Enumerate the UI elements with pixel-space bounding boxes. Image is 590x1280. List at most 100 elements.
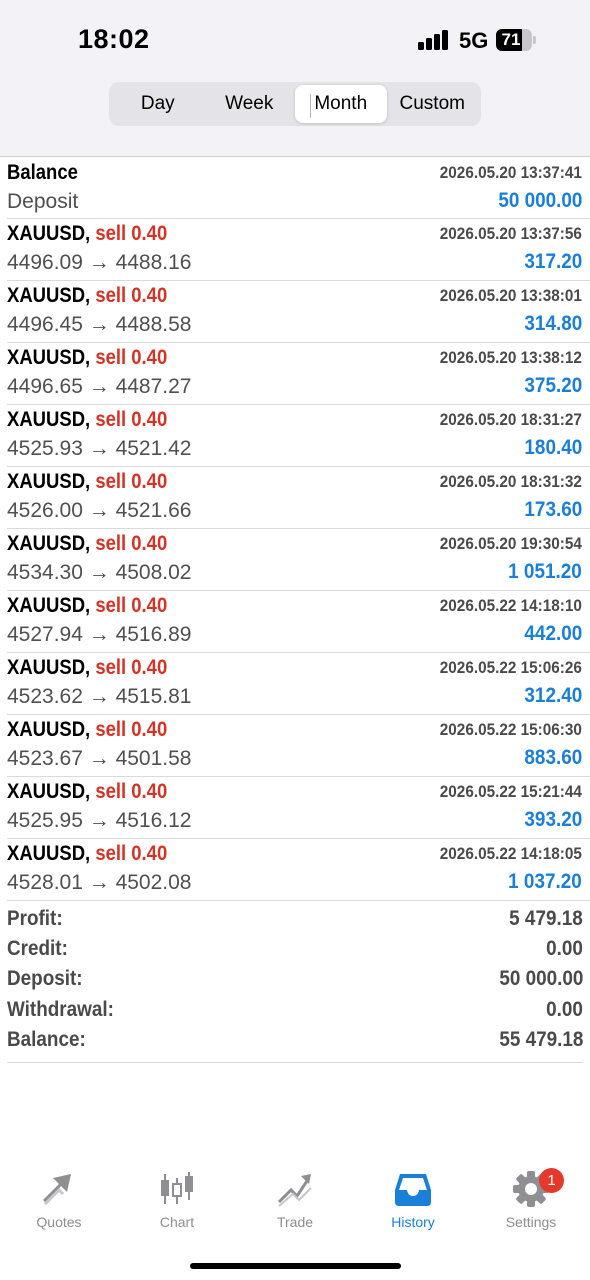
- tab-quotes[interactable]: Quotes: [0, 1170, 118, 1230]
- deal-side: sell 0.40: [95, 594, 168, 617]
- deal-date: 2026.05.22 14:18:10: [439, 596, 582, 615]
- period-custom[interactable]: Custom: [387, 85, 479, 123]
- operation-date: 2026.05.20 13:37:41: [439, 163, 582, 182]
- tab-settings[interactable]: 1 Settings: [472, 1168, 590, 1230]
- deal-title: XAUUSD, sell 0.40: [7, 594, 167, 618]
- summary-label: Credit:: [7, 937, 68, 961]
- deal-profit: 1 051.20: [508, 560, 582, 583]
- battery-icon: 71: [496, 29, 536, 51]
- deal-profit: 314.80: [524, 312, 582, 335]
- deal-side: sell 0.40: [95, 222, 168, 245]
- deal-title: XAUUSD, sell 0.40: [7, 470, 167, 494]
- deal-symbol: XAUUSD,: [7, 532, 91, 555]
- deal-side: sell 0.40: [95, 842, 168, 865]
- deal-row[interactable]: XAUUSD, sell 0.40 4496.45 → 4488.58 2026…: [7, 281, 590, 343]
- deal-prices: 4496.45 → 4488.58: [7, 313, 192, 336]
- tab-label: Settings: [505, 1214, 557, 1230]
- deal-row[interactable]: XAUUSD, sell 0.40 4523.62 → 4515.81 2026…: [7, 653, 590, 715]
- deal-prices: 4528.01 → 4502.08: [7, 871, 192, 894]
- deal-row[interactable]: XAUUSD, sell 0.40 4523.67 → 4501.58 2026…: [7, 715, 590, 777]
- tab-label: History: [391, 1214, 435, 1230]
- history-list: Balance Deposit 2026.05.20 13:37:41 50 0…: [0, 158, 590, 901]
- deal-profit: 393.20: [524, 808, 582, 831]
- operation-title: Balance: [7, 161, 78, 184]
- cellular-signal-icon: [418, 30, 450, 50]
- deal-row[interactable]: XAUUSD, sell 0.40 4534.30 → 4508.02 2026…: [7, 529, 590, 591]
- deal-row[interactable]: XAUUSD, sell 0.40 4496.09 → 4488.16 2026…: [7, 219, 590, 281]
- candlestick-chart-icon: [161, 1172, 193, 1204]
- deal-title: XAUUSD, sell 0.40: [7, 222, 167, 246]
- deal-row[interactable]: XAUUSD, sell 0.40 4525.95 → 4516.12 2026…: [7, 777, 590, 839]
- deal-title: XAUUSD, sell 0.40: [7, 780, 167, 804]
- period-week[interactable]: Week: [204, 85, 296, 123]
- deal-symbol: XAUUSD,: [7, 284, 91, 307]
- summary-value: 55 479.18: [498, 1027, 583, 1051]
- deal-date: 2026.05.22 15:06:30: [439, 720, 582, 739]
- deal-prices: 4525.93 → 4521.42: [7, 437, 192, 460]
- period-month[interactable]: Month: [295, 85, 387, 123]
- summary-value: 0.00: [546, 997, 583, 1021]
- deal-date: 2026.05.20 19:30:54: [439, 534, 582, 553]
- deal-profit: 180.40: [524, 436, 582, 459]
- deal-title: XAUUSD, sell 0.40: [7, 284, 167, 308]
- tab-chart[interactable]: Chart: [118, 1170, 236, 1230]
- deal-title: XAUUSD, sell 0.40: [7, 408, 167, 432]
- deal-row[interactable]: XAUUSD, sell 0.40 4528.01 → 4502.08 2026…: [7, 839, 590, 901]
- deal-title: XAUUSD, sell 0.40: [7, 718, 167, 742]
- deal-prices: 4526.00 → 4521.66: [7, 499, 192, 522]
- summary-label: Profit:: [7, 907, 63, 930]
- deal-symbol: XAUUSD,: [7, 222, 91, 245]
- deal-date: 2026.05.20 13:38:12: [439, 348, 582, 367]
- deal-side: sell 0.40: [95, 780, 168, 803]
- settings-notification-badge: 1: [539, 1168, 564, 1193]
- inbox-tray-icon: [395, 1174, 431, 1206]
- tab-trade[interactable]: Trade: [236, 1170, 354, 1230]
- operation-amount: 50 000.00: [497, 189, 582, 212]
- status-time: 18:02: [78, 24, 150, 54]
- deal-row[interactable]: XAUUSD, sell 0.40 4526.00 → 4521.66 2026…: [7, 467, 590, 529]
- deal-symbol: XAUUSD,: [7, 656, 91, 679]
- deal-profit: 442.00: [524, 622, 582, 645]
- operation-type: Deposit: [7, 190, 79, 213]
- deal-side: sell 0.40: [95, 532, 168, 555]
- deal-prices: 4534.30 → 4508.02: [7, 561, 192, 584]
- period-segmented-control: Day Week Month Custom: [109, 82, 481, 126]
- tab-label: Trade: [276, 1214, 314, 1230]
- deal-date: 2026.05.20 18:31:27: [439, 410, 582, 429]
- deal-side: sell 0.40: [95, 346, 168, 369]
- deal-prices: 4523.62 → 4515.81: [7, 685, 192, 708]
- deal-date: 2026.05.22 15:21:44: [439, 782, 582, 801]
- period-day[interactable]: Day: [112, 85, 204, 123]
- summary-balance: Balance: 55 479.18: [7, 1026, 583, 1056]
- summary-label: Withdrawal:: [7, 997, 114, 1021]
- balance-operation-row[interactable]: Balance Deposit 2026.05.20 13:37:41 50 0…: [7, 158, 590, 219]
- deal-row[interactable]: XAUUSD, sell 0.40 4496.65 → 4487.27 2026…: [7, 343, 590, 405]
- tab-bar: Quotes Chart Trade History 1 Settings: [0, 1160, 590, 1250]
- deal-row[interactable]: XAUUSD, sell 0.40 4525.93 → 4521.42 2026…: [7, 405, 590, 467]
- deal-symbol: XAUUSD,: [7, 780, 91, 803]
- trade-icon: [277, 1174, 312, 1207]
- segment-divider: [310, 94, 311, 118]
- summary-divider: [7, 1062, 583, 1063]
- deal-profit: 1 037.20: [508, 870, 582, 893]
- deal-row[interactable]: XAUUSD, sell 0.40 4527.94 → 4516.89 2026…: [7, 591, 590, 653]
- deal-profit: 375.20: [524, 374, 582, 397]
- home-indicator[interactable]: [190, 1263, 401, 1269]
- tab-history[interactable]: History: [354, 1170, 472, 1230]
- summary-deposit: Deposit: 50 000.00: [7, 965, 583, 995]
- summary-label: Deposit:: [7, 967, 83, 991]
- summary-value: 50 000.00: [498, 967, 583, 991]
- deal-symbol: XAUUSD,: [7, 470, 91, 493]
- battery-percent: 71: [501, 30, 521, 49]
- deal-date: 2026.05.20 13:37:56: [439, 224, 582, 243]
- deal-side: sell 0.40: [95, 718, 168, 741]
- tab-label: Quotes: [36, 1214, 82, 1230]
- summary-label: Balance:: [7, 1027, 86, 1051]
- deal-date: 2026.05.20 18:31:32: [439, 472, 582, 491]
- deal-symbol: XAUUSD,: [7, 408, 91, 431]
- summary-credit: Credit: 0.00: [7, 935, 583, 965]
- deal-symbol: XAUUSD,: [7, 718, 91, 741]
- deal-date: 2026.05.22 14:18:05: [439, 844, 582, 863]
- deal-date: 2026.05.22 15:06:26: [439, 658, 582, 677]
- tab-label: Chart: [159, 1214, 195, 1230]
